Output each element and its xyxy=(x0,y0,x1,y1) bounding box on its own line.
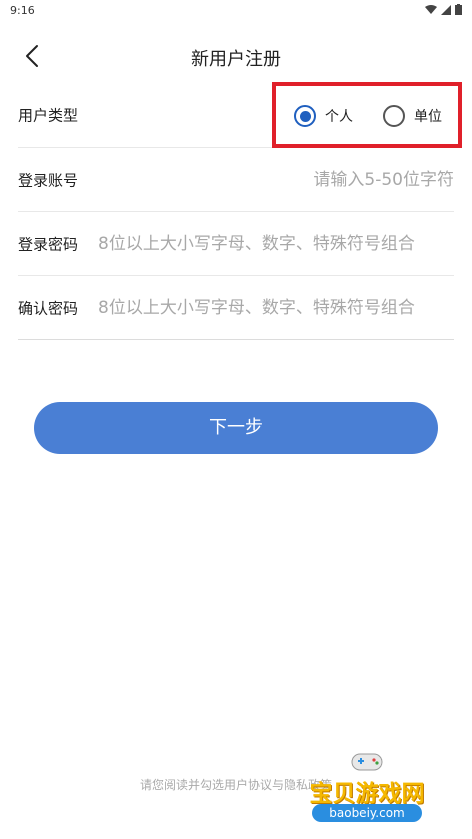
login-password-input[interactable] xyxy=(98,233,454,254)
confirm-password-label: 确认密码 xyxy=(18,299,79,317)
confirm-password-input[interactable] xyxy=(98,297,454,318)
watermark-text: 宝贝游戏网 xyxy=(309,781,425,807)
page-title: 新用户注册 xyxy=(191,49,281,70)
header: 新用户注册 xyxy=(0,30,472,82)
wifi-icon xyxy=(425,4,437,14)
login-account-row: 登录账号 xyxy=(18,148,454,212)
login-password-label: 登录密码 xyxy=(18,235,79,253)
status-time: 9:16 xyxy=(10,4,35,17)
status-bar: 9:16 xyxy=(0,0,472,22)
watermark-logo: 宝贝游戏网 baobeiy.com xyxy=(292,748,442,830)
radio-individual[interactable]: 个人 xyxy=(294,105,353,127)
radio-organization-label: 单位 xyxy=(414,109,442,125)
confirm-password-row: 确认密码 xyxy=(18,276,454,340)
login-account-input[interactable] xyxy=(154,169,454,190)
radio-organization-circle xyxy=(383,105,405,127)
user-type-highlight-box: 个人 单位 xyxy=(272,82,462,148)
signal-icon xyxy=(441,4,451,15)
next-step-button[interactable]: 下一步 xyxy=(34,402,438,454)
radio-selected-dot xyxy=(299,110,311,122)
watermark-url: baobeiy.com xyxy=(312,804,422,822)
login-password-row: 登录密码 xyxy=(18,212,454,276)
radio-organization[interactable]: 单位 xyxy=(383,105,442,127)
login-account-label: 登录账号 xyxy=(18,171,79,189)
status-icons xyxy=(425,4,462,15)
radio-individual-label: 个人 xyxy=(325,109,353,125)
user-type-label: 用户类型 xyxy=(18,106,79,124)
gamepad-icon xyxy=(351,753,383,771)
radio-individual-circle xyxy=(294,105,316,127)
battery-icon xyxy=(455,4,462,15)
